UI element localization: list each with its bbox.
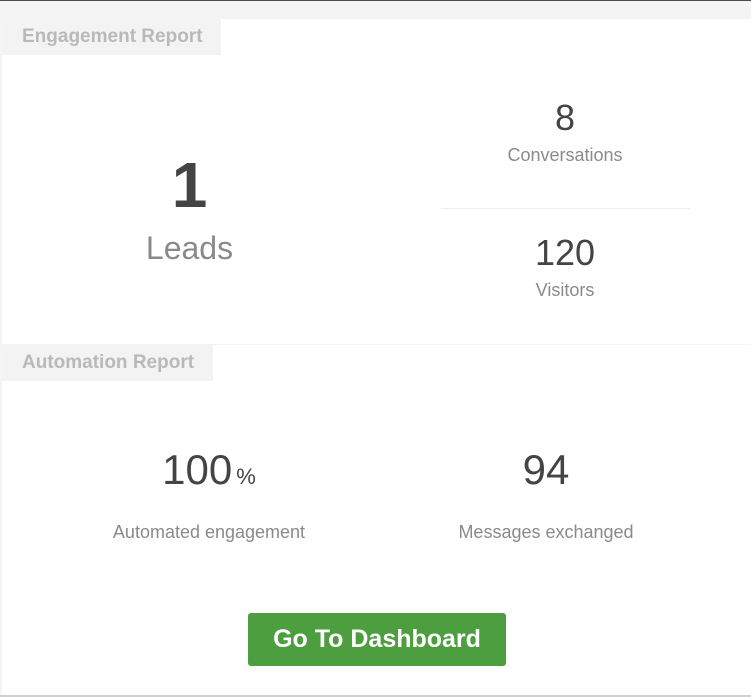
automated-engagement-number: 100 bbox=[162, 446, 233, 493]
leads-count: 1 bbox=[171, 149, 208, 221]
automated-engagement-value: 100% bbox=[59, 447, 359, 500]
messages-exchanged-label: Messages exchanged bbox=[458, 522, 634, 542]
messages-exchanged-count: 94 bbox=[522, 446, 570, 493]
automation-report-title: Automation Report bbox=[2, 345, 214, 381]
conversations-count: 8 bbox=[554, 97, 576, 138]
engagement-report-card: Engagement Report 1 Leads 8 Conversation… bbox=[2, 19, 751, 344]
automated-engagement-label: Automated engagement bbox=[112, 522, 306, 542]
leads-label: Leads bbox=[145, 230, 234, 266]
engagement-report-title: Engagement Report bbox=[2, 19, 221, 55]
top-border bbox=[0, 0, 751, 1]
stats-divider bbox=[441, 208, 691, 209]
conversations-label: Conversations bbox=[507, 145, 623, 165]
visitors-count: 120 bbox=[534, 232, 596, 273]
go-to-dashboard-button[interactable]: Go To Dashboard bbox=[248, 613, 506, 666]
visitors-label: Visitors bbox=[535, 280, 595, 300]
percent-unit: % bbox=[236, 464, 256, 489]
automation-report-card: Automation Report 100% Automated engagem… bbox=[2, 345, 751, 695]
